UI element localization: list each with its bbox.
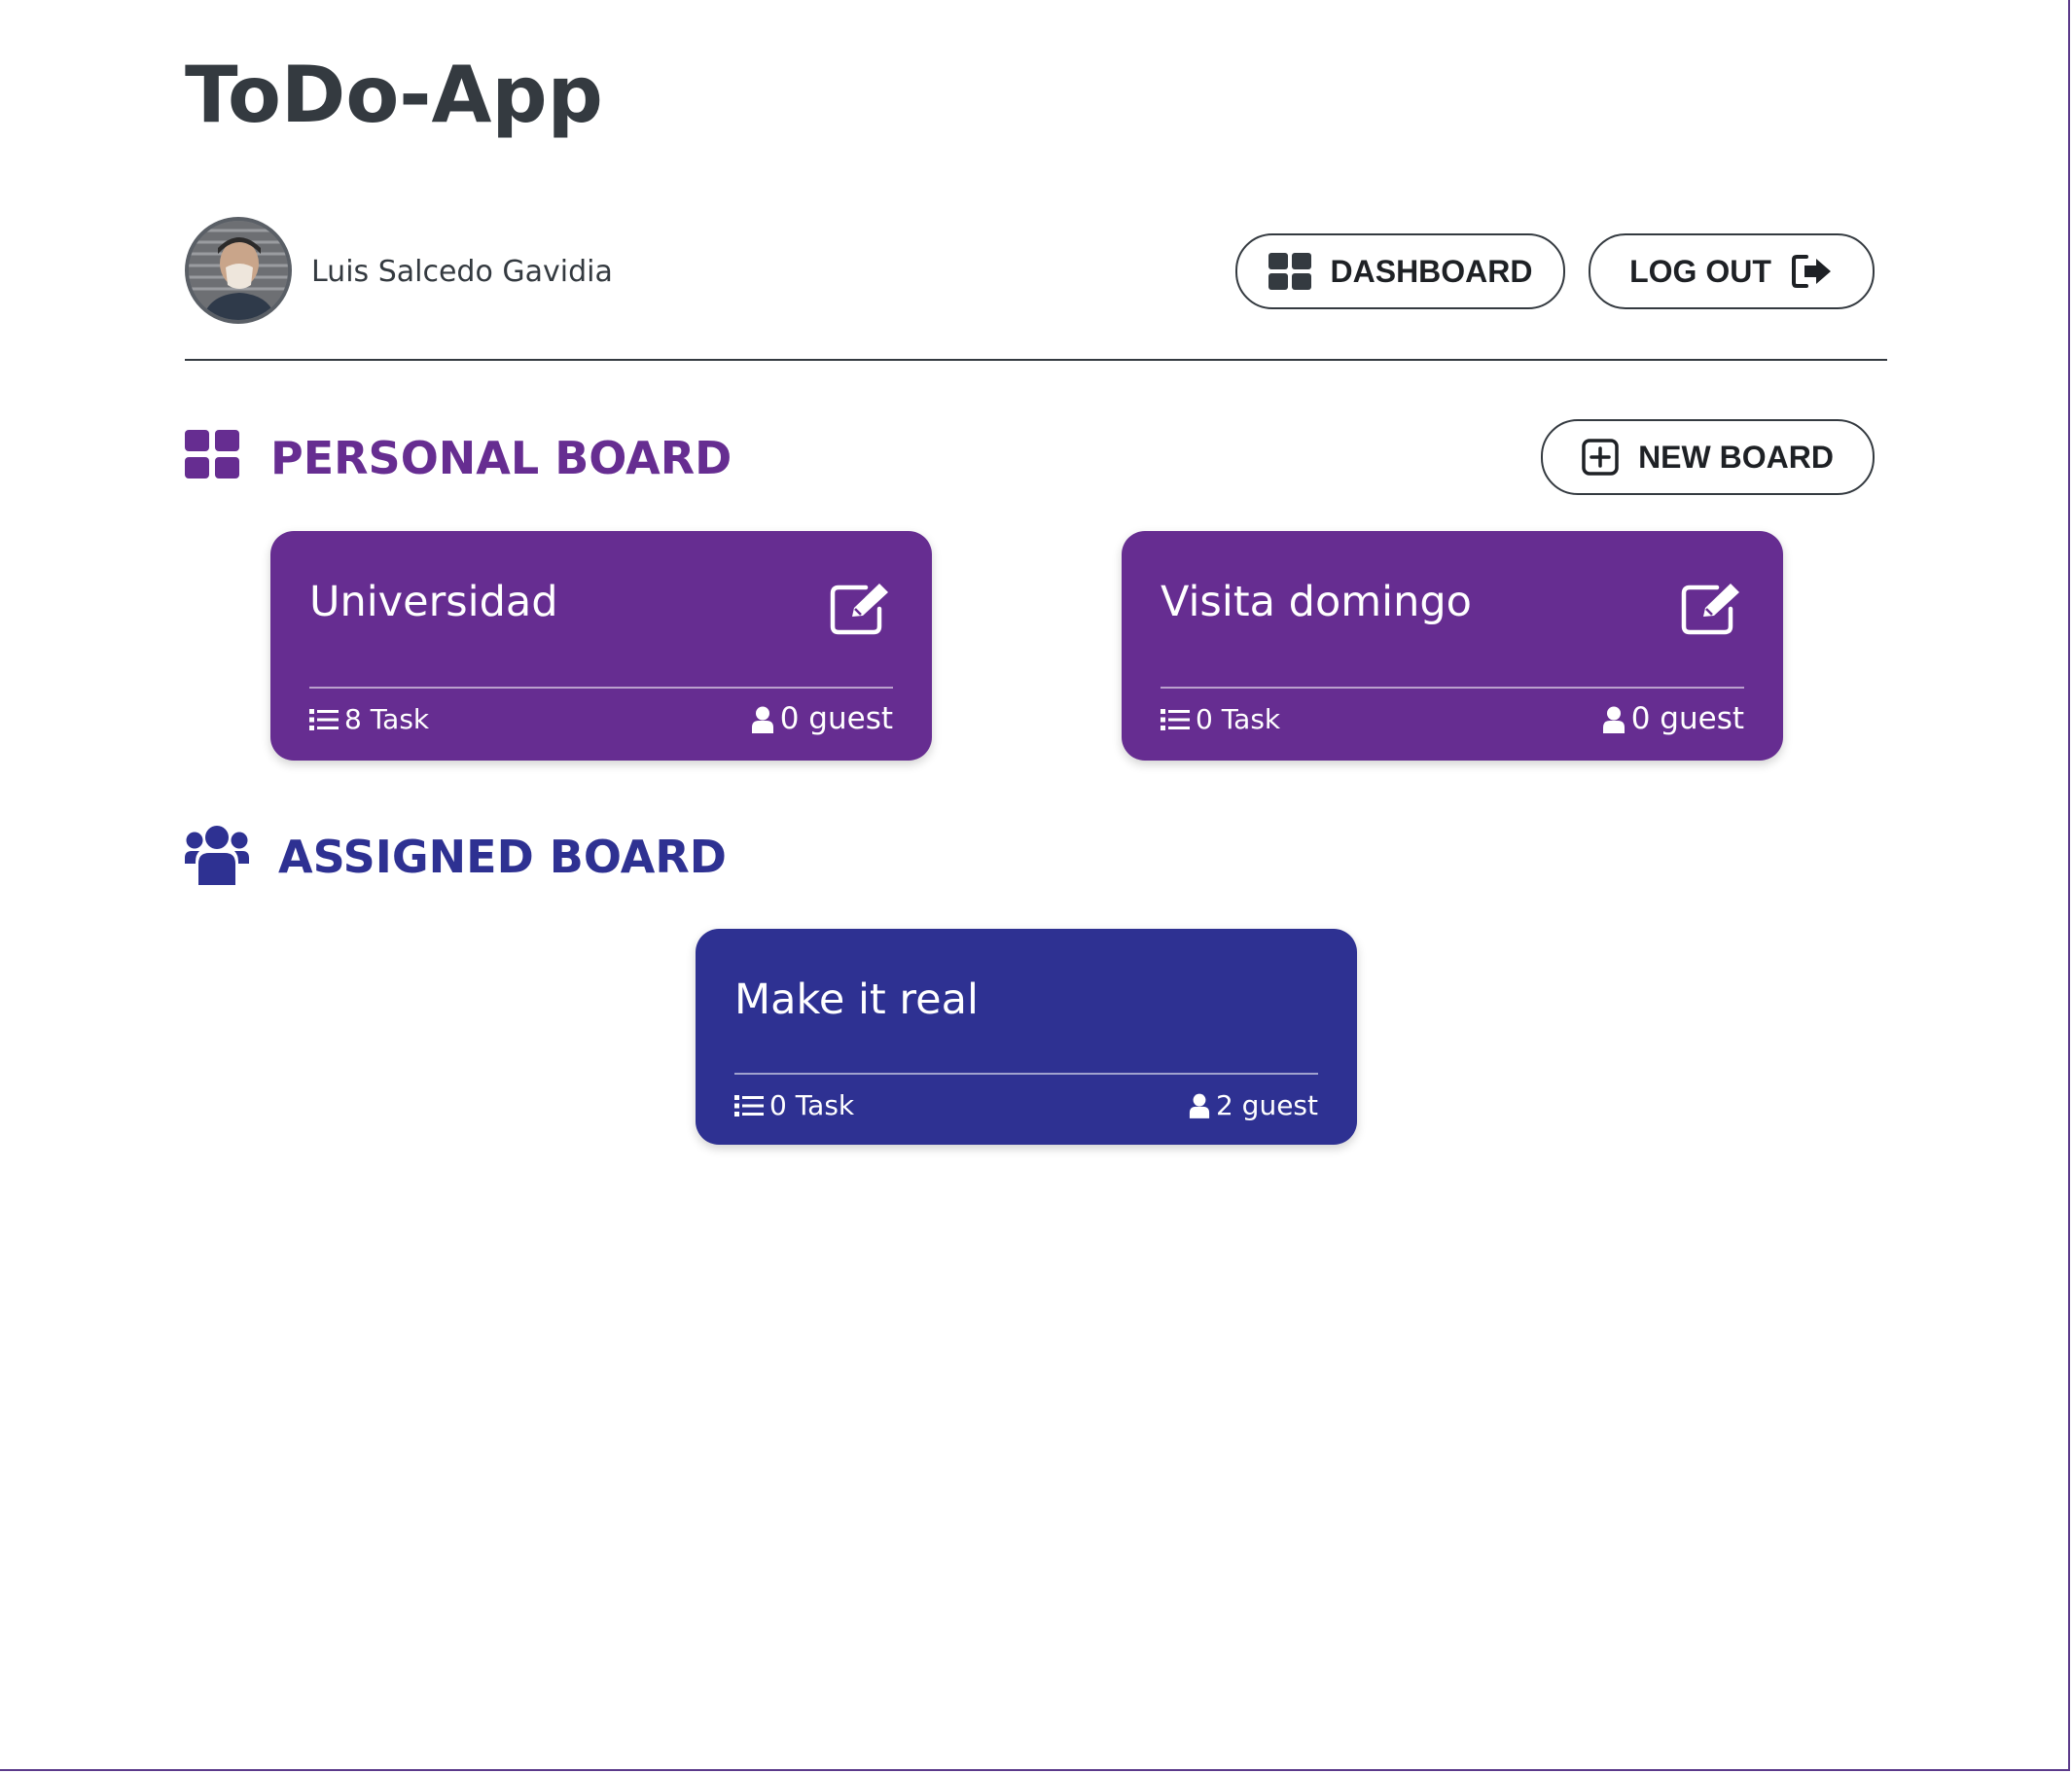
sign-out-icon: [1791, 254, 1834, 289]
user-icon: [1602, 706, 1625, 733]
users-icon: [185, 825, 249, 889]
list-icon: [309, 708, 339, 731]
board-card-title: Make it real: [734, 975, 979, 1024]
user-icon: [751, 706, 774, 733]
guest-count-label: 2 guest: [1215, 1089, 1318, 1121]
avatar: [185, 217, 292, 324]
edit-icon[interactable]: [1680, 582, 1744, 640]
board-card-universidad[interactable]: Universidad 8 Task 0 guest: [270, 531, 932, 761]
dashboard-button[interactable]: DASHBOARD: [1235, 233, 1565, 309]
task-count-label: 0 Task: [769, 1089, 855, 1121]
guest-count-label: 0 guest: [1630, 701, 1744, 736]
card-footer: 8 Task 0 guest: [309, 704, 893, 734]
board-card-title: Universidad: [309, 578, 558, 626]
board-card-visita-domingo[interactable]: Visita domingo 0 Task 0 guest: [1122, 531, 1783, 761]
logout-button-label: LOG OUT: [1629, 253, 1771, 289]
list-icon: [734, 1094, 764, 1117]
plus-square-icon: [1582, 439, 1619, 476]
board-card-make-it-real[interactable]: Make it real 0 Task 2 guest: [696, 929, 1357, 1145]
task-count: 0 Task: [1161, 702, 1281, 735]
guest-count: 2 guest: [1189, 1092, 1318, 1119]
task-count-label: 0 Task: [1196, 702, 1281, 735]
new-board-button[interactable]: NEW BOARD: [1541, 419, 1875, 495]
guest-count: 0 guest: [1602, 704, 1744, 734]
app-title: ToDo-App: [185, 50, 603, 140]
guest-count-label: 0 guest: [779, 701, 893, 736]
guest-count: 0 guest: [751, 704, 893, 734]
personal-board-title: PERSONAL BOARD: [270, 432, 732, 484]
card-footer: 0 Task 0 guest: [1161, 704, 1744, 734]
task-count: 0 Task: [734, 1092, 854, 1119]
user-name: Luis Salcedo Gavidia: [311, 255, 613, 289]
dashboard-button-label: DASHBOARD: [1330, 253, 1533, 289]
task-count-label: 8 Task: [344, 702, 430, 735]
grid-icon: [185, 430, 239, 482]
user-icon: [1189, 1093, 1210, 1118]
card-footer: 0 Task 2 guest: [734, 1092, 1318, 1119]
task-count: 8 Task: [309, 702, 430, 735]
card-divider: [734, 1073, 1318, 1075]
card-divider: [1161, 687, 1744, 689]
board-card-title: Visita domingo: [1161, 578, 1472, 626]
edit-icon[interactable]: [829, 582, 893, 640]
header-divider: [185, 359, 1887, 361]
card-divider: [309, 687, 893, 689]
assigned-board-title: ASSIGNED BOARD: [278, 831, 727, 883]
grid-icon: [1268, 253, 1311, 290]
list-icon: [1161, 708, 1190, 731]
logout-button[interactable]: LOG OUT: [1589, 233, 1875, 309]
new-board-button-label: NEW BOARD: [1638, 439, 1834, 475]
